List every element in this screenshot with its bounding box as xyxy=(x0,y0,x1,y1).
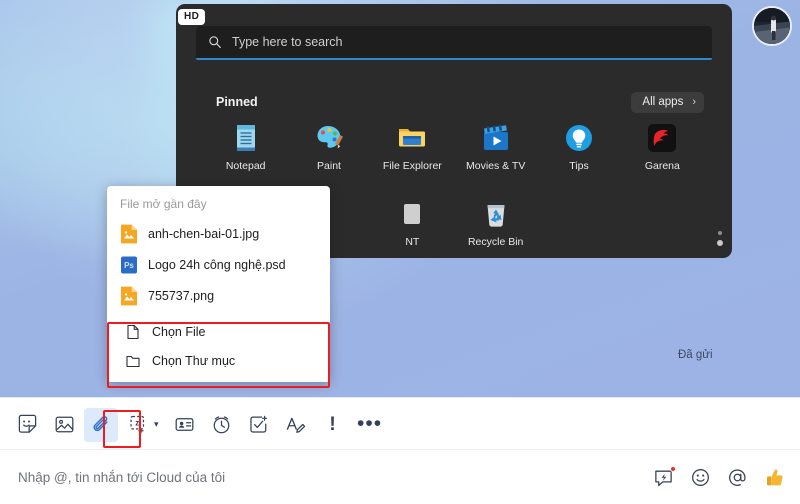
message-status: Đã gửi xyxy=(678,349,713,361)
file-icon xyxy=(125,324,141,340)
alarm-clock-icon xyxy=(213,416,230,434)
folder-icon xyxy=(396,122,428,154)
lightbulb-icon xyxy=(563,122,595,154)
image-file-icon xyxy=(120,223,138,245)
notepad-icon xyxy=(230,122,262,154)
paint-3d-icon xyxy=(396,198,428,230)
avatar[interactable] xyxy=(752,6,792,46)
app-label: NT xyxy=(405,236,420,248)
message-composer: z ▾ ! ••• Nhập @, tin nhắn tới Cloud của… xyxy=(0,397,800,504)
app-label: Tips xyxy=(569,160,589,172)
movies-tv-icon xyxy=(480,122,512,154)
app-slot-11[interactable] xyxy=(537,198,620,248)
all-apps-button[interactable]: All apps › xyxy=(631,91,704,113)
choose-folder-button[interactable]: Chọn Thư mục xyxy=(107,346,330,375)
list-item[interactable]: Ps Logo 24h công nghệ.psd xyxy=(107,249,330,280)
recycle-bin-icon xyxy=(480,198,512,230)
text-format-button[interactable] xyxy=(279,408,313,442)
more-options-button[interactable]: ••• xyxy=(353,408,387,442)
file-name: Logo 24h công nghệ.psd xyxy=(148,257,286,272)
app-slot-12[interactable] xyxy=(621,198,704,248)
attachment-popup: File mở gần đây anh-chen-bai-01.jpg Ps L… xyxy=(107,186,330,382)
image-button[interactable] xyxy=(47,408,81,442)
message-input-row[interactable]: Nhập @, tin nhắn tới Cloud của tôi xyxy=(0,450,800,504)
ellipsis-icon: ••• xyxy=(357,412,383,436)
text-format-icon xyxy=(286,417,306,433)
app-garena[interactable]: Garena xyxy=(621,122,704,172)
action-label: Chọn File xyxy=(152,324,206,339)
photoshop-file-icon: Ps xyxy=(120,254,138,276)
input-actions xyxy=(653,465,786,489)
emoji-button[interactable] xyxy=(690,467,712,489)
thumbs-up-button[interactable] xyxy=(764,467,786,489)
page-dot[interactable] xyxy=(718,231,722,235)
quick-message-button[interactable] xyxy=(653,465,676,489)
zalo-chat-window: Type here to search Pinned All apps › No… xyxy=(0,0,800,504)
svg-text:Ps: Ps xyxy=(124,261,134,270)
svg-text:z: z xyxy=(135,418,139,427)
priority-button[interactable]: ! xyxy=(316,408,350,442)
list-item[interactable]: anh-chen-bai-01.jpg xyxy=(107,218,330,249)
sticker-button[interactable] xyxy=(10,408,44,442)
contact-card-icon xyxy=(175,418,194,431)
action-label: Chọn Thư mục xyxy=(152,353,236,368)
app-tips[interactable]: Tips xyxy=(537,122,620,172)
search-icon xyxy=(209,36,221,48)
pinned-header: Pinned All apps › xyxy=(176,89,732,115)
choose-file-button[interactable]: Chọn File xyxy=(107,317,330,346)
file-name: 755737.png xyxy=(148,288,215,303)
todo-button[interactable] xyxy=(242,408,276,442)
thumbs-up-icon xyxy=(767,468,783,485)
app-file-explorer[interactable]: File Explorer xyxy=(371,122,454,172)
composer-toolbar: z ▾ ! ••• xyxy=(0,400,800,450)
app-movies-tv[interactable]: Movies & TV xyxy=(454,122,537,172)
app-label: Garena xyxy=(644,160,680,172)
emoji-icon xyxy=(692,468,709,486)
at-sign-icon xyxy=(729,468,746,486)
image-icon xyxy=(55,416,73,433)
task-check-icon xyxy=(250,415,268,433)
app-recycle-bin[interactable]: Recycle Bin xyxy=(454,198,537,248)
app-notepad[interactable]: Notepad xyxy=(204,122,287,172)
app-paint[interactable]: Paint xyxy=(287,122,370,172)
folder-outline-icon xyxy=(125,353,141,369)
business-card-button[interactable] xyxy=(168,408,202,442)
image-file-icon xyxy=(120,285,138,307)
paperclip-icon xyxy=(93,415,108,431)
mention-button[interactable] xyxy=(727,467,749,489)
message-input[interactable]: Nhập @, tin nhắn tới Cloud của tôi xyxy=(18,470,653,485)
exclamation-icon: ! xyxy=(329,414,336,435)
zalo-z-icon: z xyxy=(129,415,144,434)
sticker-icon xyxy=(18,414,36,433)
page-dot-active[interactable] xyxy=(717,240,723,246)
list-item[interactable]: 755737.png xyxy=(107,280,330,311)
popup-actions: Chọn File Chọn Thư mục xyxy=(107,311,330,382)
app-label: Movies & TV xyxy=(466,160,526,172)
app-label: Recycle Bin xyxy=(467,236,524,248)
chevron-right-icon: › xyxy=(692,95,696,108)
empty-icon xyxy=(646,198,678,230)
notification-badge xyxy=(670,465,676,472)
page-indicator[interactable] xyxy=(717,226,723,251)
attach-file-button[interactable] xyxy=(84,407,118,442)
zalo-capture-button[interactable]: z xyxy=(121,408,155,442)
recent-files-title: File mở gần đây xyxy=(120,197,207,211)
all-apps-label: All apps xyxy=(642,95,684,108)
garena-icon xyxy=(646,122,678,154)
file-name: anh-chen-bai-01.jpg xyxy=(148,226,260,241)
start-menu-search-placeholder: Type here to search xyxy=(232,35,343,49)
paint-icon xyxy=(313,122,345,154)
reminder-button[interactable] xyxy=(205,408,239,442)
hd-badge: HD xyxy=(178,9,206,25)
empty-icon xyxy=(563,198,595,230)
app-paint-3d[interactable]: NT xyxy=(371,198,454,248)
pinned-label: Pinned xyxy=(216,95,258,109)
app-label: Notepad xyxy=(225,160,266,172)
chevron-down-icon[interactable]: ▾ xyxy=(154,419,159,430)
start-menu-search-box[interactable]: Type here to search xyxy=(196,26,712,60)
app-label: File Explorer xyxy=(382,160,442,172)
app-label: Paint xyxy=(317,160,341,172)
